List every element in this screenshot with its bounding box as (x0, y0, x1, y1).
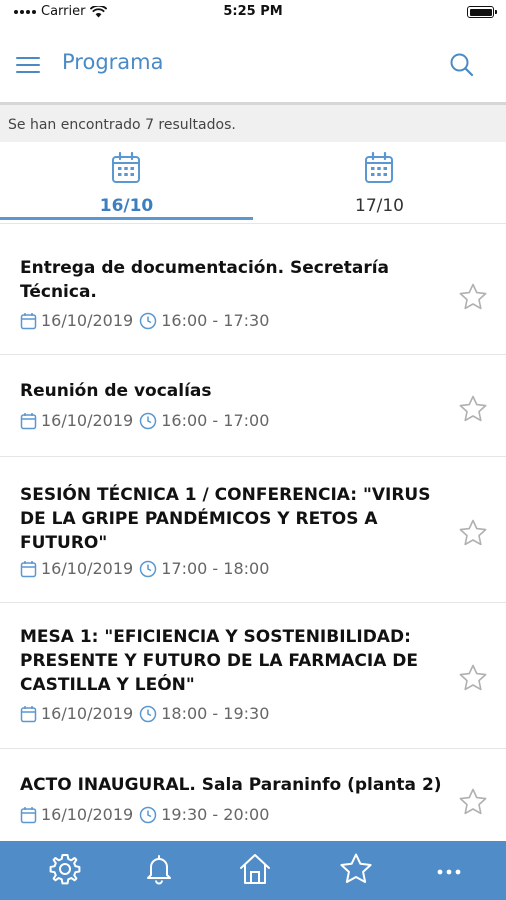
clock-icon (139, 312, 157, 330)
event-meta: 16/10/2019 16:00 - 17:00 (20, 411, 269, 430)
favorites-tab[interactable] (305, 841, 406, 900)
notifications-tab[interactable] (108, 841, 209, 900)
results-count-text: Se han encontrado 7 resultados. (8, 117, 236, 133)
clock-icon (139, 412, 157, 430)
date-tabs: 16/10 17/10 (0, 142, 506, 224)
bell-icon (142, 852, 176, 890)
favorite-star-icon[interactable] (458, 518, 488, 548)
event-date: 16/10/2019 (41, 704, 134, 723)
battery-icon (467, 6, 497, 18)
event-time: 18:00 - 19:30 (161, 704, 270, 723)
event-item[interactable]: MESA 1: "EFICIENCIA Y SOSTENIBILIDAD: PR… (0, 603, 506, 749)
favorite-star-icon[interactable] (458, 394, 488, 424)
clock-icon (139, 560, 157, 578)
tab-label: 17/10 (355, 196, 404, 216)
event-title: SESIÓN TÉCNICA 1 / CONFERENCIA: "VIRUS D… (20, 485, 431, 553)
hamburger-menu-icon[interactable] (16, 54, 42, 76)
favorite-star-icon[interactable] (458, 663, 488, 693)
event-meta: 16/10/2019 16:00 - 17:30 (20, 311, 269, 330)
event-title: MESA 1: "EFICIENCIA Y SOSTENIBILIDAD: PR… (20, 627, 419, 695)
event-meta: 16/10/2019 18:00 - 19:30 (20, 704, 269, 723)
home-tab[interactable] (204, 841, 305, 900)
search-icon[interactable] (448, 51, 476, 79)
results-bar: Se han encontrado 7 resultados. (0, 102, 506, 142)
event-time: 16:00 - 17:30 (161, 311, 270, 330)
calendar-icon (20, 560, 37, 578)
calendar-icon (110, 151, 142, 185)
clock-icon (139, 705, 157, 723)
event-item[interactable]: SESIÓN TÉCNICA 1 / CONFERENCIA: "VIRUS D… (0, 457, 506, 603)
active-tab-indicator (0, 217, 253, 220)
settings-tab[interactable] (14, 841, 115, 900)
calendar-icon (20, 312, 37, 330)
status-time: 5:25 PM (223, 4, 283, 19)
app-header: Programa (0, 26, 506, 102)
event-meta: 16/10/2019 19:30 - 20:00 (20, 805, 269, 824)
event-time: 17:00 - 18:00 (161, 559, 270, 578)
tab-date-16-10[interactable]: 16/10 (0, 142, 253, 224)
calendar-icon (20, 705, 37, 723)
tab-label: 16/10 (99, 196, 154, 216)
event-date: 16/10/2019 (41, 311, 134, 330)
favorite-star-icon[interactable] (458, 787, 488, 817)
favorite-star-icon[interactable] (458, 282, 488, 312)
event-meta: 16/10/2019 17:00 - 18:00 (20, 559, 269, 578)
event-title: Entrega de documentación. Secretaría Téc… (20, 258, 390, 302)
event-date: 16/10/2019 (41, 805, 134, 824)
event-item[interactable]: ACTO INAUGURAL. Sala Paraninfo (planta 2… (0, 749, 506, 841)
event-date: 16/10/2019 (41, 559, 134, 578)
more-icon (436, 861, 462, 880)
event-title: ACTO INAUGURAL. Sala Paraninfo (planta 2… (20, 775, 442, 795)
event-item[interactable]: Reunión de vocalías 16/10/2019 16:00 - 1… (0, 355, 506, 457)
more-tab[interactable] (398, 841, 499, 900)
status-bar: Carrier 5:25 PM (0, 0, 506, 26)
event-title: Reunión de vocalías (20, 381, 212, 401)
event-time: 19:30 - 20:00 (161, 805, 270, 824)
gear-icon (48, 852, 82, 890)
event-date: 16/10/2019 (41, 411, 134, 430)
event-time: 16:00 - 17:00 (161, 411, 270, 430)
event-item[interactable]: Entrega de documentación. Secretaría Téc… (0, 224, 506, 355)
clock-icon (139, 806, 157, 824)
calendar-icon (20, 806, 37, 824)
home-icon (237, 852, 273, 890)
calendar-icon (363, 151, 395, 185)
calendar-icon (20, 412, 37, 430)
tab-date-17-10[interactable]: 17/10 (253, 142, 506, 224)
page-title: Programa (62, 50, 164, 74)
event-list: Entrega de documentación. Secretaría Téc… (0, 224, 506, 841)
star-icon (338, 852, 374, 890)
bottom-tab-bar (0, 841, 506, 900)
